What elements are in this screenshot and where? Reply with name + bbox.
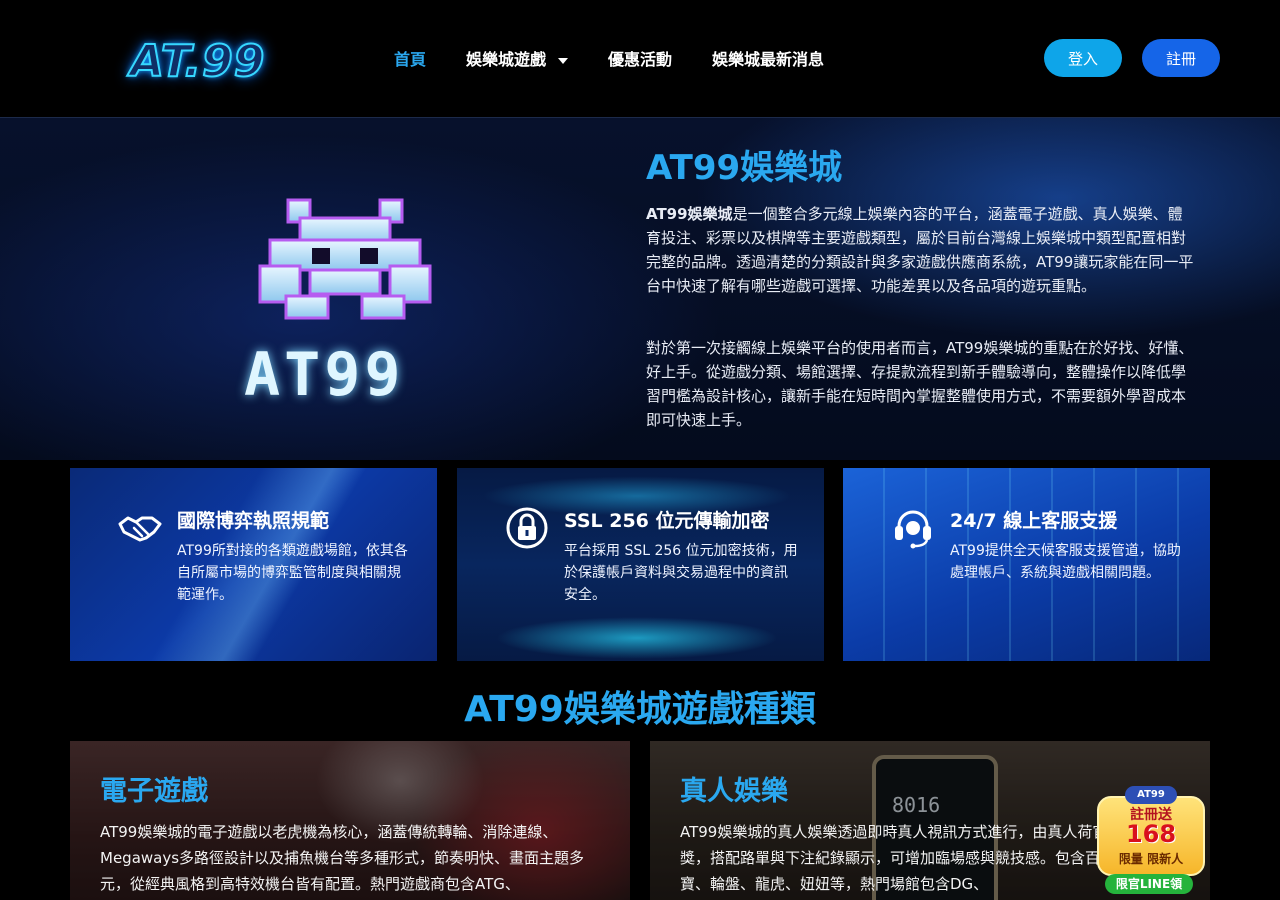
main-nav: 首頁 娛樂城遊戲 優惠活動 娛樂城最新消息 [394, 48, 864, 72]
hero-paragraph-2: 對於第一次接觸線上娛樂平台的使用者而言，AT99娛樂城的重點在於好找、好懂、好上… [646, 339, 1194, 429]
game-title: 電子遊戲 [100, 776, 208, 807]
nav-games-label: 娛樂城遊戲 [466, 50, 547, 69]
hero-brand-strong: AT99娛樂城 [646, 205, 733, 223]
register-promo-badge[interactable]: 註冊送 168 限量 限新人 AT99 限官LINE領 [1091, 782, 1207, 894]
promo-brand: AT99 [1125, 786, 1177, 804]
feature-title: 24/7 線上客服支援 [950, 510, 1118, 532]
site-logo[interactable]: AT.99 [129, 35, 265, 88]
feature-text: 平台採用 SSL 256 位元加密技術，用於保護帳戶資料與交易過程中的資訊安全。 [564, 543, 798, 603]
handshake-icon [118, 516, 162, 542]
promo-amount: 168 [1125, 820, 1177, 848]
login-button[interactable]: 登入 [1044, 39, 1122, 77]
feature-card-license: 國際博弈執照規範 AT99所對接的各類遊戲場館，依其各自所屬市場的博弈監管制度與… [70, 468, 437, 661]
feature-card-support: 24/7 線上客服支援 AT99提供全天候客服支援管道，協助處理帳戶、系統與遊戲… [843, 468, 1210, 661]
hero-section: AT99 AT99娛樂城 AT99娛樂城是一個整合多元線上娛樂內容的平台，涵蓋電… [0, 118, 1280, 460]
feature-text: AT99提供全天候客服支援管道，協助處理帳戶、系統與遊戲相關問題。 [950, 543, 1181, 581]
nav-promotions[interactable]: 優惠活動 [608, 48, 672, 72]
games-section-title: AT99娛樂城遊戲種類 [464, 689, 816, 730]
promo-line-3: 限量 限新人 [1118, 852, 1184, 866]
game-title: 真人娛樂 [680, 776, 788, 807]
feature-title: SSL 256 位元傳輸加密 [564, 510, 770, 532]
game-card-slots[interactable]: 電子遊戲 AT99娛樂城的電子遊戲以老虎機為核心，涵蓋傳統轉輪、消除連線、Meg… [70, 741, 630, 900]
nav-games[interactable]: 娛樂城遊戲 [466, 48, 569, 72]
site-header: AT.99 首頁 娛樂城遊戲 優惠活動 娛樂城最新消息 登入 註冊 [0, 0, 1280, 118]
promo-body: 註冊送 168 限量 限新人 [1097, 796, 1205, 876]
register-button[interactable]: 註冊 [1142, 39, 1220, 77]
headset-icon [895, 510, 931, 549]
feature-title: 國際博弈執照規範 [177, 510, 330, 532]
hero-title: AT99娛樂城 [646, 148, 843, 188]
nav-news[interactable]: 娛樂城最新消息 [712, 48, 824, 72]
nav-home[interactable]: 首頁 [394, 48, 426, 72]
lock-icon [506, 507, 548, 549]
pixel-mascot-icon [258, 198, 432, 320]
feature-text: AT99所對接的各類遊戲場館，依其各自所屬市場的博弈監管制度與相關規範運作。 [177, 543, 408, 603]
chevron-down-icon[interactable] [558, 57, 569, 64]
hero-logo-text: AT99 [244, 340, 405, 410]
game-text: AT99娛樂城的電子遊戲以老虎機為核心，涵蓋傳統轉輪、消除連線、Megaways… [100, 823, 585, 893]
promo-line-button[interactable]: 限官LINE領 [1105, 874, 1193, 894]
hero-paragraph-1: AT99娛樂城是一個整合多元線上娛樂內容的平台，涵蓋電子遊戲、真人娛樂、體育投注… [646, 202, 1196, 298]
feature-card-ssl: SSL 256 位元傳輸加密 平台採用 SSL 256 位元加密技術，用於保護帳… [457, 468, 824, 661]
